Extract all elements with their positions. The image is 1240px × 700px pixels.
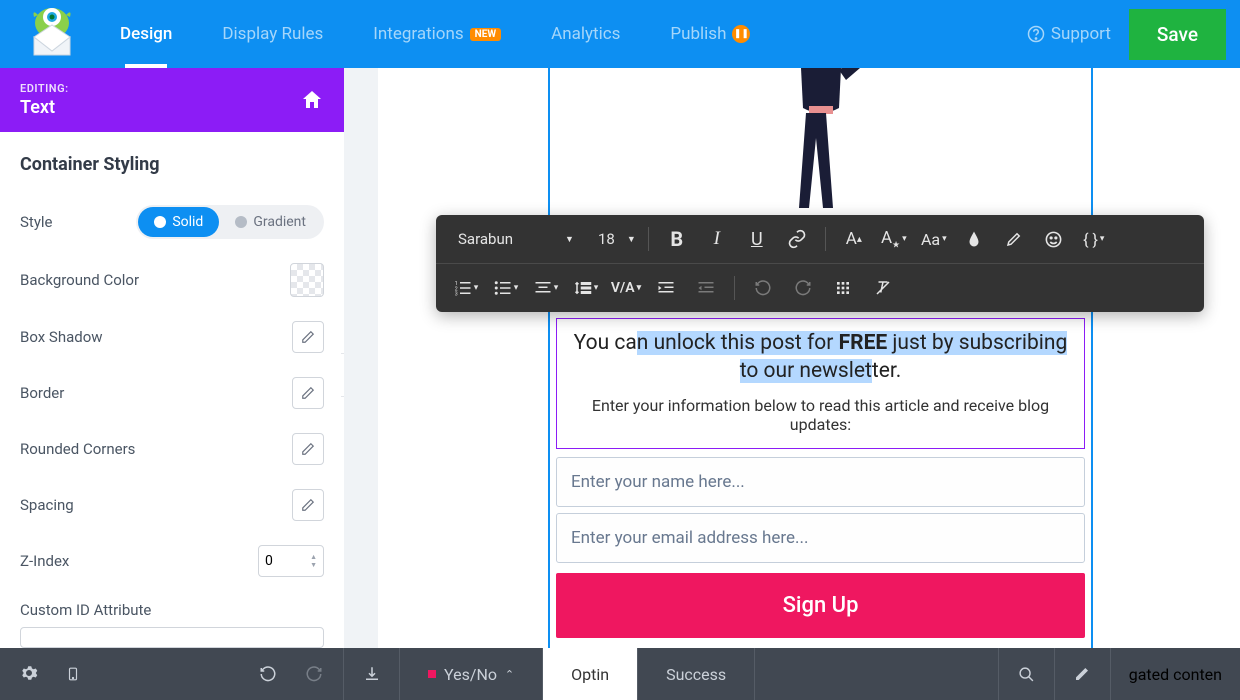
support-link[interactable]: Support (1027, 24, 1111, 44)
editing-header: EDITING: Text (0, 68, 344, 132)
sidebar: EDITING: Text Container Styling Style So… (0, 68, 344, 648)
selectall-button[interactable] (827, 274, 859, 302)
zindex-input[interactable]: ▲▼ (258, 545, 324, 577)
bottom-bar: Yes/No ⌃ Optin Success gated conten (0, 648, 1240, 700)
svg-text:3: 3 (454, 292, 457, 298)
shadow-edit-button[interactable] (292, 321, 324, 353)
settings-icon[interactable] (20, 664, 38, 684)
tab-display-rules[interactable]: Display Rules (197, 0, 348, 68)
textcase-button[interactable]: Aa▾ (918, 225, 950, 253)
rounded-edit-button[interactable] (292, 433, 324, 465)
lineheight-button[interactable]: ▾ (570, 274, 602, 302)
undo-global-icon[interactable] (259, 665, 277, 683)
align-button[interactable]: ▾ (530, 274, 562, 302)
search-icon[interactable] (999, 648, 1055, 700)
zindex-down[interactable]: ▼ (310, 562, 317, 569)
editing-label: EDITING: (20, 82, 69, 95)
indent-button[interactable] (650, 274, 682, 302)
save-button[interactable]: Save (1129, 9, 1226, 60)
unordered-list-button[interactable]: ▾ (490, 274, 522, 302)
underline-button[interactable]: U (741, 225, 773, 253)
italic-button[interactable]: I (701, 225, 733, 253)
home-icon[interactable] (300, 88, 324, 112)
nav-tabs: Design Display Rules IntegrationsNEW Ana… (95, 0, 775, 68)
step-optin[interactable]: Optin (543, 648, 638, 700)
page-preview: You can unlock this post for FREE just b… (378, 68, 1240, 648)
row-border: Border (0, 365, 344, 421)
fontsize-selector[interactable]: 18▼ (598, 230, 636, 248)
name-input[interactable]: Enter your name here... (556, 457, 1085, 507)
row-rounded: Rounded Corners (0, 421, 344, 477)
form-column: You can unlock this post for FREE just b… (548, 68, 1093, 648)
email-input[interactable]: Enter your email address here... (556, 513, 1085, 563)
ordered-list-button[interactable]: 123▾ (450, 274, 482, 302)
bottom-spacer (755, 648, 999, 700)
text-toolbar: Sarabun▼ 18▼ B I U A▴ A★▾ Aa▾ { }▾ 123▾ … (436, 215, 1204, 312)
redo-button[interactable] (787, 274, 819, 302)
border-edit-button[interactable] (292, 377, 324, 409)
letterspacing-button[interactable]: V/A▾ (610, 274, 642, 302)
custom-id-field[interactable] (20, 627, 324, 648)
headline: You can unlock this post for FREE just b… (567, 329, 1074, 386)
spacing-edit-button[interactable] (292, 489, 324, 521)
tab-design[interactable]: Design (95, 0, 197, 68)
top-nav: Design Display Rules IntegrationsNEW Ana… (0, 0, 1240, 68)
redo-global-icon[interactable] (305, 665, 323, 683)
emoji-button[interactable] (1038, 225, 1070, 253)
font-selector[interactable]: Sarabun▼ (450, 226, 590, 252)
tab-integrations[interactable]: IntegrationsNEW (348, 0, 526, 68)
logo (10, 0, 95, 68)
canvas: You can unlock this post for FREE just b… (344, 68, 1240, 648)
text-block[interactable]: You can unlock this post for FREE just b… (556, 318, 1085, 449)
textcolor-button[interactable] (958, 225, 990, 253)
step-yesno[interactable]: Yes/No ⌃ (400, 648, 543, 700)
signup-button[interactable]: Sign Up (556, 573, 1085, 638)
row-spacing: Spacing (0, 477, 344, 533)
tab-publish[interactable]: Publish❚❚ (645, 0, 775, 68)
row-zindex: Z-Index ▲▼ (0, 533, 344, 589)
subheadline: Enter your information below to read thi… (567, 396, 1074, 434)
step-success[interactable]: Success (638, 648, 755, 700)
bold-button[interactable]: B (661, 225, 693, 253)
tab-analytics[interactable]: Analytics (526, 0, 645, 68)
campaign-title: gated conten (1111, 665, 1240, 684)
row-custom-id: Custom ID Attribute (0, 589, 344, 623)
toggle-solid[interactable]: Solid (138, 207, 219, 237)
row-style: Style Solid Gradient (0, 193, 344, 251)
shortcode-button[interactable]: { }▾ (1078, 225, 1110, 253)
section-title: Container Styling (0, 132, 344, 193)
zindex-up[interactable]: ▲ (310, 554, 317, 561)
editing-element-title: Text (20, 97, 69, 118)
row-bgcolor: Background Color (0, 251, 344, 309)
undo-button[interactable] (747, 274, 779, 302)
style-toggle: Solid Gradient (136, 205, 324, 239)
pause-icon: ❚❚ (732, 25, 750, 43)
link-button[interactable] (781, 225, 813, 253)
fontfamily-button[interactable]: A★▾ (878, 225, 910, 253)
fontsize-up-button[interactable]: A▴ (838, 225, 870, 253)
bgcolor-swatch[interactable] (290, 263, 324, 297)
row-shadow: Box Shadow (0, 309, 344, 365)
zindex-field[interactable] (265, 553, 295, 569)
highlight-button[interactable] (998, 225, 1030, 253)
bottom-left (0, 648, 344, 700)
clearformat-button[interactable] (867, 274, 899, 302)
download-icon[interactable] (344, 648, 400, 700)
new-badge: NEW (470, 28, 501, 41)
mobile-icon[interactable] (66, 664, 80, 684)
toggle-gradient[interactable]: Gradient (219, 207, 322, 237)
edit-title-icon[interactable] (1055, 648, 1111, 700)
outdent-button[interactable] (690, 274, 722, 302)
